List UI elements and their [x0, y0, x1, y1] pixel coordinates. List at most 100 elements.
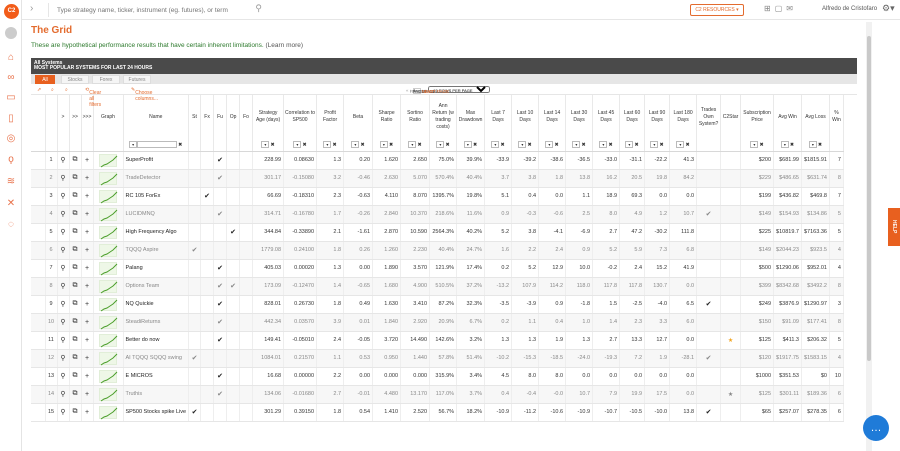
- filter-op-button[interactable]: ▾: [293, 141, 302, 149]
- sparkline[interactable]: [99, 243, 118, 257]
- magnifier-icon[interactable]: ⚲: [60, 283, 65, 290]
- filter-op-button[interactable]: ▾: [323, 141, 332, 149]
- clear-filter-icon[interactable]: ✖: [527, 142, 531, 148]
- graph-cell[interactable]: [93, 313, 124, 332]
- user-name[interactable]: Alfredo de Cristofaro: [822, 6, 877, 12]
- col-correlation[interactable]: Correlation to SP500: [283, 95, 318, 139]
- col-last-60[interactable]: Last 60 Days: [619, 95, 646, 139]
- scrollbar-thumb[interactable]: [867, 36, 871, 361]
- table-row[interactable]: 8 ⚲ ⧉ + Options Team ✔ ✔ 173.09 -0.12470 1.4 -0.65…: [31, 277, 844, 296]
- last-page-link[interactable]: LAST PAGE: [425, 89, 450, 94]
- graph-cell[interactable]: [93, 331, 124, 350]
- add-cell[interactable]: +: [81, 169, 94, 188]
- col-last-30[interactable]: Last 30 Days: [565, 95, 594, 139]
- plus-icon[interactable]: +: [85, 193, 89, 200]
- system-name[interactable]: SP500 Stocks spike Live: [123, 403, 190, 422]
- add-cell[interactable]: +: [81, 331, 94, 350]
- plus-icon[interactable]: +: [85, 391, 89, 398]
- col-trades-own[interactable]: Trades Own System?: [696, 95, 722, 139]
- filter-op-button[interactable]: ▾: [436, 141, 445, 149]
- zoom-cell[interactable]: ⚲: [57, 367, 70, 386]
- system-name[interactable]: TQQQ Aspire: [123, 241, 190, 260]
- filter-op-button[interactable]: ▾: [379, 141, 388, 149]
- graph-cell[interactable]: [93, 367, 124, 386]
- filter-op-button[interactable]: ▾: [129, 141, 138, 149]
- zoom-cell[interactable]: ⚲: [57, 295, 70, 314]
- add-cell[interactable]: +: [81, 403, 94, 422]
- open-cell[interactable]: ⧉: [69, 367, 82, 386]
- graph-cell[interactable]: [93, 151, 124, 170]
- zoom-cell[interactable]: ⚲: [57, 205, 70, 224]
- system-name[interactable]: Better do now: [123, 331, 190, 350]
- magnifier-icon[interactable]: ⚲: [60, 157, 65, 164]
- open-cell[interactable]: ⧉: [69, 187, 82, 206]
- add-cell[interactable]: +: [81, 277, 94, 296]
- table-row[interactable]: 7 ⚲ ⧉ + Palang ✔ 405.03 0.00020 1.3 0.00 1.890 3.57…: [31, 259, 844, 278]
- sparkline[interactable]: [99, 387, 118, 401]
- open-cell[interactable]: ⧉: [69, 223, 82, 242]
- lightbulb-icon[interactable]: ϙ: [5, 154, 17, 166]
- system-name[interactable]: High Frequency Algo: [123, 223, 190, 242]
- zoom-cell[interactable]: ⚲: [57, 331, 70, 350]
- open-cell[interactable]: ⧉: [69, 277, 82, 296]
- plus-icon[interactable]: +: [85, 373, 89, 380]
- zoom-cell[interactable]: ⚲: [57, 385, 70, 404]
- col-sharpe[interactable]: Sharpe Ratio: [372, 95, 402, 139]
- external-link-icon[interactable]: ⧉: [73, 318, 78, 325]
- col-stocks[interactable]: St: [188, 95, 202, 139]
- magnifier-icon[interactable]: ⚲: [60, 211, 65, 218]
- clear-filter-icon[interactable]: ✖: [790, 142, 794, 148]
- sparkline[interactable]: [99, 171, 118, 185]
- col-beta[interactable]: Beta: [343, 95, 374, 139]
- system-name[interactable]: Palang: [123, 259, 190, 278]
- system-name[interactable]: LUCIDMNQ: [123, 205, 190, 224]
- graph-cell[interactable]: [93, 223, 124, 242]
- add-cell[interactable]: +: [81, 349, 94, 368]
- graph-cell[interactable]: [93, 169, 124, 188]
- vertical-scrollbar[interactable]: [866, 22, 872, 451]
- system-name[interactable]: Options Team: [123, 277, 190, 296]
- learn-more-link[interactable]: (Learn more): [266, 42, 304, 49]
- plus-icon[interactable]: +: [85, 301, 89, 308]
- mail-icon[interactable]: ✉: [786, 4, 797, 13]
- add-cell[interactable]: +: [81, 259, 94, 278]
- search-icon[interactable]: ⚲: [255, 3, 262, 14]
- sparkline[interactable]: [99, 297, 118, 311]
- magnifier-icon[interactable]: ⚲: [60, 175, 65, 182]
- add-cell[interactable]: +: [81, 187, 94, 206]
- sparkline[interactable]: [99, 153, 118, 167]
- home-icon[interactable]: ⌂: [5, 52, 17, 64]
- tab-futures[interactable]: Futures: [123, 75, 151, 84]
- col-last-10[interactable]: Last 10 Days: [511, 95, 540, 139]
- table-row[interactable]: 6 ⚲ ⧉ + TQQQ Aspire ✔ 1779.08 0.24100 1.8 0.26 1.2…: [31, 241, 844, 260]
- sparkline[interactable]: [99, 225, 118, 239]
- col-expand-2[interactable]: >>: [69, 95, 82, 139]
- sparkline[interactable]: [99, 369, 118, 383]
- col-strategy-age[interactable]: Strategy Age (days): [252, 95, 285, 139]
- sparkline[interactable]: [99, 351, 118, 365]
- clear-filter-icon[interactable]: ✖: [332, 142, 336, 148]
- magnifier-icon[interactable]: ⚲: [60, 391, 65, 398]
- clear-filter-icon[interactable]: ✖: [581, 142, 585, 148]
- c2-logo[interactable]: C2: [4, 4, 19, 19]
- external-link-icon[interactable]: ⧉: [73, 282, 78, 289]
- clear-filter-icon[interactable]: ✖: [178, 142, 182, 148]
- external-link-icon[interactable]: ⧉: [73, 174, 78, 181]
- col-last-45[interactable]: Last 45 Days: [592, 95, 621, 139]
- lifebuoy-icon[interactable]: ◎: [5, 133, 17, 145]
- choose-columns-button[interactable]: ✎ Choose columns...: [131, 87, 158, 102]
- col-ann-return[interactable]: Ann Return (w trading costs): [429, 95, 458, 139]
- clear-filter-icon[interactable]: ✖: [417, 142, 421, 148]
- magnifier-icon[interactable]: ⚲: [60, 247, 65, 254]
- plus-icon[interactable]: +: [85, 409, 89, 416]
- open-cell[interactable]: ⧉: [69, 295, 82, 314]
- glasses-icon[interactable]: ∞: [5, 72, 17, 84]
- graph-cell[interactable]: [93, 187, 124, 206]
- filter-op-button[interactable]: ▾: [351, 141, 360, 149]
- chevron-right-icon[interactable]: ›: [30, 3, 33, 14]
- magnifier-icon[interactable]: ⚲: [60, 373, 65, 380]
- avatar[interactable]: [5, 27, 17, 39]
- col-forex-options[interactable]: Fo: [239, 95, 254, 139]
- magnifier-icon[interactable]: ⚲: [60, 301, 65, 308]
- col-max-drawdown[interactable]: Max Drawdown: [456, 95, 486, 139]
